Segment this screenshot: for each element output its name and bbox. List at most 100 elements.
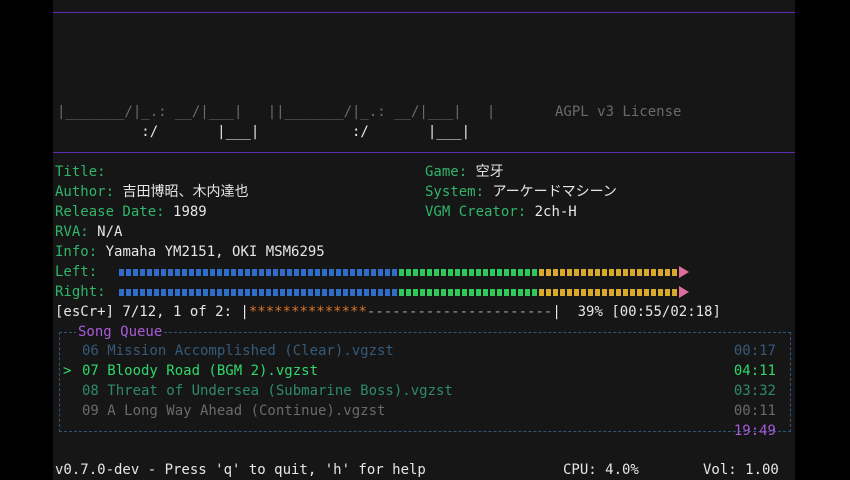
right-meter-segment [658, 288, 663, 296]
logo-line-1: |_______/|_.: __/|___| ||_______/|_.: __… [57, 104, 496, 120]
right-meter-segment [329, 288, 334, 296]
left-meter-segment [231, 268, 236, 276]
queue-total-duration: 19:49 [733, 423, 776, 439]
left-meter-segment [252, 268, 257, 276]
creator-value: 2ch-H [534, 204, 577, 220]
right-meter-segment [399, 288, 404, 296]
queue-item[interactable]: 08 Threat of Undersea (Submarine Boss).v… [60, 381, 790, 401]
left-meter-segment [644, 268, 649, 276]
right-meter-segment [581, 288, 586, 296]
right-meter-segment [490, 288, 495, 296]
left-meter-segment [616, 268, 621, 276]
left-meter-segment [259, 268, 264, 276]
left-meter-segment [518, 268, 523, 276]
left-meter-segment [532, 268, 537, 276]
right-meter-segment [378, 288, 383, 296]
left-meter-segment [427, 268, 432, 276]
right-meter-segment [175, 288, 180, 296]
right-meter-segment [441, 288, 446, 296]
info-label: Info: [55, 244, 98, 260]
left-meter-segment [413, 268, 418, 276]
right-meter-segment [287, 288, 292, 296]
right-meter-segment [567, 288, 572, 296]
right-meter-segment [497, 288, 502, 296]
left-meter-segment [609, 268, 614, 276]
system-row: System: アーケードマシーン [425, 182, 617, 202]
left-meter-segment [147, 268, 152, 276]
left-meter-segment [294, 268, 299, 276]
left-meter-segment [490, 268, 495, 276]
left-meter-segment [623, 268, 628, 276]
rva-value: N/A [97, 224, 123, 240]
right-meter-segment [644, 288, 649, 296]
left-meter-segment [476, 268, 481, 276]
game-value: 空牙 [475, 164, 504, 180]
left-meter-segment [161, 268, 166, 276]
queue-item[interactable]: 06 Mission Accomplished (Clear).vgzst 00:… [60, 341, 790, 361]
right-meter-segment [203, 288, 208, 296]
right-meter-segment [476, 288, 481, 296]
right-meter-segment [588, 288, 593, 296]
left-meter-segment [287, 268, 292, 276]
right-meter-segment [350, 288, 355, 296]
right-meter-segment [315, 288, 320, 296]
left-meter-segment [357, 268, 362, 276]
system-value: アーケードマシーン [492, 184, 617, 200]
terminal-window: |_______/|_.: __/|___| ||_______/|_.: __… [53, 0, 795, 480]
left-meter-segment [469, 268, 474, 276]
left-meter-segment [266, 268, 271, 276]
left-meter-segment [483, 268, 488, 276]
release-row: Release Date: 1989 [55, 202, 207, 222]
left-meter-label: Left: [55, 264, 98, 280]
song-queue-panel: Song Queue 06 Mission Accomplished (Clea… [59, 322, 791, 439]
left-meter-segment [511, 268, 516, 276]
left-meter-segment [301, 268, 306, 276]
left-meter-segment [140, 268, 145, 276]
left-meter-segment [637, 268, 642, 276]
right-meter-segment [665, 288, 670, 296]
right-meter-segment [651, 288, 656, 296]
cpu-usage: CPU: 4.0% [563, 462, 639, 478]
left-meter-segment [273, 268, 278, 276]
right-meter-segment [168, 288, 173, 296]
left-meter-segment [385, 268, 390, 276]
queue-item[interactable]: 09 A Long Way Ahead (Continue).vgzst 00:1… [60, 401, 790, 421]
left-meter-segment [350, 268, 355, 276]
left-meter-segment [595, 268, 600, 276]
left-meter-segment [133, 268, 138, 276]
right-meter-segment [609, 288, 614, 296]
left-meter-segment [658, 268, 663, 276]
right-meter-segment [574, 288, 579, 296]
right-meter-segment [434, 288, 439, 296]
info-value: Yamaha YM2151, OKI MSM6295 [105, 244, 325, 260]
rva-row: RVA: N/A [55, 222, 122, 242]
right-meter-segment [266, 288, 271, 296]
right-meter-segment [448, 288, 453, 296]
right-meter-segment [455, 288, 460, 296]
right-meter-segment [161, 288, 166, 296]
game-label: Game: [425, 164, 468, 180]
right-meter-segment [392, 288, 397, 296]
right-meter-segment [623, 288, 628, 296]
author-value: 吉田博昭、木内達也 [122, 184, 249, 200]
right-meter-segment [483, 288, 488, 296]
progress-bar[interactable]: [esCr+] 7/12, 1 of 2: |**************---… [55, 302, 721, 322]
right-meter-segment [630, 288, 635, 296]
left-meter-segment [189, 268, 194, 276]
right-meter-segment [245, 288, 250, 296]
left-meter-segment [651, 268, 656, 276]
left-meter-segment [574, 268, 579, 276]
right-meter-label: Right: [55, 284, 106, 300]
info-row: Info: Yamaha YM2151, OKI MSM6295 [55, 242, 325, 262]
right-meter-segment [336, 288, 341, 296]
left-meter-segment [497, 268, 502, 276]
right-meter-segment [532, 288, 537, 296]
left-meter-segment [588, 268, 593, 276]
left-meter-segment [322, 268, 327, 276]
queue-item[interactable]: >07 Bloody Road (BGM 2).vgzst 04:11 [60, 361, 790, 381]
progress-filled: ************** [248, 304, 367, 320]
right-meter-segment [189, 288, 194, 296]
queue-item-name: 08 Threat of Undersea (Submarine Boss).v… [82, 383, 453, 399]
queue-item-name: 09 A Long Way Ahead (Continue).vgzst [82, 403, 386, 419]
left-meter-segment [392, 268, 397, 276]
